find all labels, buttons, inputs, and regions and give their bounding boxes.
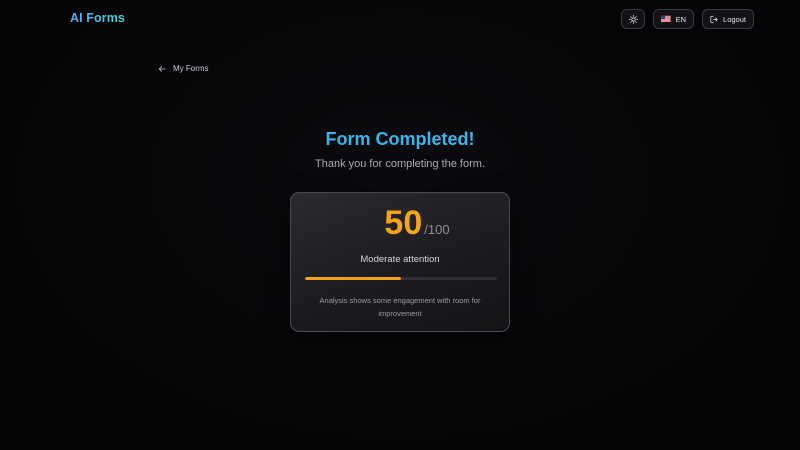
us-flag-icon (661, 15, 671, 23)
header-actions: EN Logout (621, 9, 754, 29)
score-max: /100 (424, 222, 450, 237)
attention-level: Moderate attention (360, 254, 440, 265)
brand[interactable]: AI Forms (46, 11, 125, 25)
page-title: Form Completed! (325, 129, 475, 149)
sun-icon (628, 14, 638, 24)
logout-button[interactable]: Logout (702, 9, 754, 29)
theme-toggle-button[interactable] (621, 9, 645, 29)
score-row: 50 /100 (291, 203, 509, 243)
analysis-text: Analysis shows some engagement with room… (319, 296, 481, 318)
language-selector[interactable]: EN (653, 9, 694, 29)
language-code: EN (675, 14, 686, 24)
logout-icon (710, 15, 718, 23)
logo-icon (46, 12, 61, 24)
score-progress-bar (305, 277, 497, 280)
brand-name: AI Forms (70, 11, 125, 25)
page: AI Forms EN Logout My Forms Form Complet… (0, 0, 800, 450)
back-to-my-forms-link[interactable]: My Forms (158, 64, 209, 73)
score-progress-fill (305, 277, 401, 280)
header: AI Forms EN Logout (0, 0, 800, 38)
score-card: 50 /100 Moderate attention Analysis show… (290, 192, 510, 332)
score-value: 50 (384, 204, 423, 242)
score-logo-icon (351, 212, 375, 234)
page-subtitle: Thank you for completing the form. (315, 158, 485, 170)
arrow-left-icon (158, 65, 166, 72)
back-label: My Forms (173, 64, 209, 73)
logout-label: Logout (723, 14, 746, 24)
